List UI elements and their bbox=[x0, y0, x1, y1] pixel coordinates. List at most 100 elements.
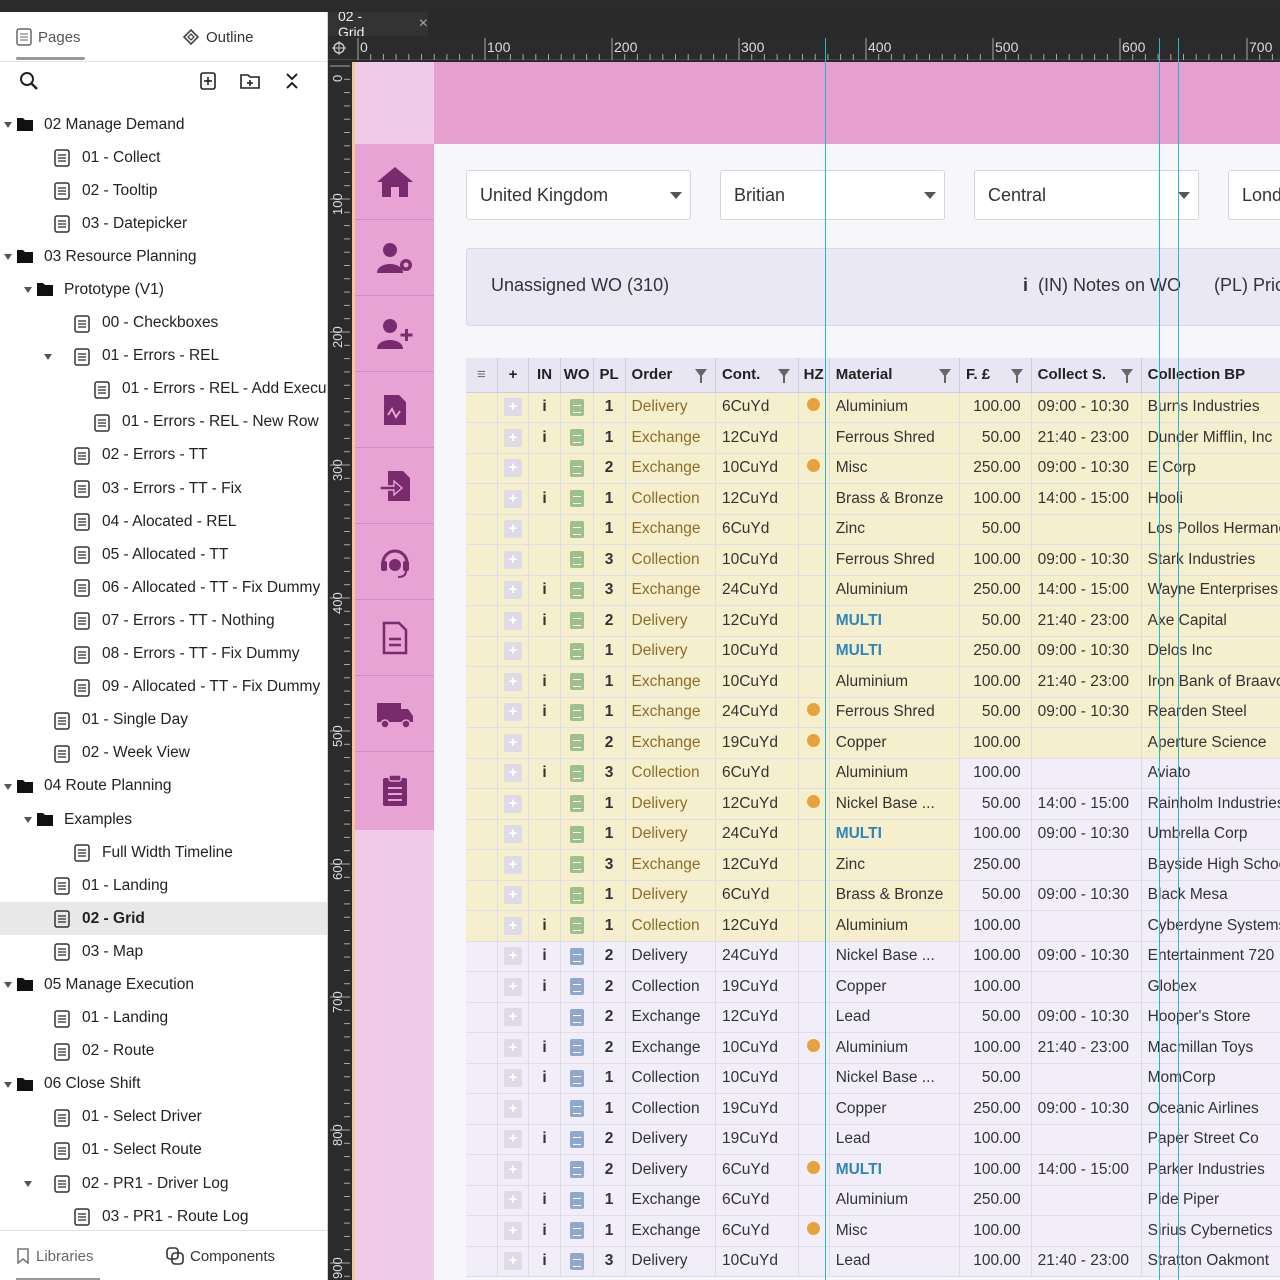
add-cell[interactable]: + bbox=[497, 1124, 530, 1155]
add-page-icon[interactable] bbox=[197, 70, 219, 92]
notes-cell[interactable]: i bbox=[528, 971, 561, 1003]
document-icon[interactable] bbox=[569, 886, 584, 904]
document-icon[interactable] bbox=[569, 642, 584, 660]
tree-page[interactable]: 01 - Errors - REL - New Row bbox=[0, 406, 327, 439]
add-cell[interactable]: + bbox=[497, 453, 530, 484]
add-cell[interactable]: + bbox=[497, 727, 530, 759]
add-cell[interactable]: + bbox=[497, 1154, 530, 1186]
wo-cell[interactable] bbox=[560, 1185, 594, 1216]
plus-icon[interactable]: + bbox=[504, 703, 523, 722]
notes-cell[interactable]: i bbox=[528, 575, 561, 606]
info-icon[interactable]: i bbox=[542, 398, 546, 415]
tree-page[interactable]: 03 - Map bbox=[0, 935, 327, 968]
info-icon[interactable]: i bbox=[542, 978, 546, 995]
plus-icon[interactable]: + bbox=[504, 886, 523, 905]
caret-down-icon[interactable] bbox=[24, 816, 32, 823]
area-select[interactable]: Central bbox=[974, 170, 1199, 220]
tree-page[interactable]: 07 - Errors - TT - Nothing bbox=[0, 604, 327, 637]
plus-icon[interactable]: + bbox=[504, 1069, 523, 1088]
notes-cell[interactable] bbox=[528, 819, 561, 850]
plus-icon[interactable]: + bbox=[504, 1160, 523, 1179]
horizontal-ruler[interactable]: 0 100 200 300 400 500 600 700 bbox=[328, 36, 1280, 60]
table-row[interactable]: + i 1 Delivery 6CuYd Aluminium 100.00 09:00 - 1… bbox=[466, 392, 1280, 423]
tree-page[interactable]: 01 - Collect bbox=[0, 141, 327, 174]
grid-column-header[interactable]: Order bbox=[625, 358, 716, 393]
wo-cell[interactable] bbox=[560, 788, 594, 820]
tree-page[interactable]: 02 - Grid bbox=[0, 902, 327, 936]
add-cell[interactable]: + bbox=[497, 788, 530, 820]
tree-page[interactable]: 01 - Errors - REL bbox=[0, 340, 327, 373]
document-icon[interactable] bbox=[569, 947, 584, 965]
document-icon[interactable] bbox=[569, 1252, 584, 1270]
document-icon[interactable] bbox=[569, 764, 584, 782]
plus-icon[interactable]: + bbox=[504, 764, 523, 783]
wo-cell[interactable] bbox=[560, 758, 594, 789]
plus-icon[interactable]: + bbox=[504, 1221, 523, 1240]
wo-cell[interactable] bbox=[560, 971, 594, 1003]
table-row[interactable]: + i 1 Collection 12CuYd Brass & Bronze 100.00 1… bbox=[466, 483, 1280, 515]
tree-page[interactable]: 01 - Errors - REL - Add Executi bbox=[0, 373, 327, 406]
add-cell[interactable]: + bbox=[497, 392, 530, 423]
notes-cell[interactable]: i bbox=[528, 1063, 561, 1094]
add-cell[interactable]: + bbox=[497, 1215, 530, 1247]
wo-cell[interactable] bbox=[560, 849, 594, 881]
table-row[interactable]: +2 Delivery 6CuYd MULTI 100.00 14:00 - 15:00 P… bbox=[466, 1154, 1280, 1186]
wo-cell[interactable] bbox=[560, 1124, 594, 1155]
wo-cell[interactable] bbox=[560, 1002, 594, 1033]
material-value[interactable]: MULTI bbox=[836, 642, 882, 659]
plus-icon[interactable]: + bbox=[504, 1191, 523, 1210]
caret-down-icon[interactable] bbox=[4, 1081, 12, 1088]
plus-icon[interactable]: + bbox=[504, 581, 523, 600]
info-icon[interactable]: i bbox=[542, 917, 546, 934]
plus-icon[interactable]: + bbox=[504, 672, 523, 691]
tree-page[interactable]: 03 - PR1 - Route Log bbox=[0, 1200, 327, 1233]
wo-cell[interactable] bbox=[560, 727, 594, 759]
notes-cell[interactable]: i bbox=[528, 758, 561, 789]
notes-cell[interactable] bbox=[528, 514, 561, 545]
notes-cell[interactable] bbox=[528, 1002, 561, 1033]
add-cell[interactable]: + bbox=[497, 1002, 530, 1033]
filter-icon[interactable] bbox=[938, 369, 951, 383]
tree-page[interactable]: 02 - Week View bbox=[0, 737, 327, 770]
nav-home-button[interactable] bbox=[355, 144, 434, 220]
notes-cell[interactable]: i bbox=[528, 666, 561, 698]
document-icon[interactable] bbox=[569, 856, 584, 874]
document-icon[interactable] bbox=[569, 398, 584, 416]
caret-down-icon[interactable] bbox=[24, 1181, 32, 1187]
filter-icon[interactable] bbox=[694, 369, 707, 383]
plus-icon[interactable]: + bbox=[504, 1038, 523, 1057]
notes-cell[interactable] bbox=[528, 727, 561, 759]
add-folder-icon[interactable] bbox=[239, 70, 261, 92]
add-cell[interactable]: + bbox=[497, 666, 530, 698]
tree-page[interactable]: Full Width Timeline bbox=[0, 836, 327, 869]
wo-cell[interactable] bbox=[560, 392, 594, 423]
tree-page[interactable]: 03 - Datepicker bbox=[0, 207, 327, 240]
tree-page[interactable]: 04 - Alocated - REL bbox=[0, 505, 327, 538]
table-row[interactable]: + i 2 Exchange 10CuYd Aluminium 100.00 21:40 - … bbox=[466, 1032, 1280, 1064]
document-icon[interactable] bbox=[569, 1161, 584, 1179]
table-row[interactable]: + i 3 Delivery 10CuYd Lead 100.00 21:40 - 23:00… bbox=[466, 1246, 1280, 1277]
notes-cell[interactable]: i bbox=[528, 392, 561, 423]
grid-column-header[interactable]: Material bbox=[829, 358, 960, 393]
info-icon[interactable]: i bbox=[542, 1069, 546, 1086]
grid-column-header[interactable]: PL bbox=[593, 358, 626, 393]
wo-cell[interactable] bbox=[560, 636, 594, 667]
table-row[interactable]: + i 2 Collection 19CuYd Copper 100.00 Globex bbox=[466, 971, 1280, 1003]
tree-page[interactable]: 01 - Landing bbox=[0, 1002, 327, 1035]
nav-user-settings-button[interactable] bbox=[355, 220, 434, 296]
wo-cell[interactable] bbox=[560, 880, 594, 911]
table-row[interactable]: +1 Delivery 12CuYd Nickel Base ... 50.00 14:0… bbox=[466, 788, 1280, 820]
table-row[interactable]: + i 3 Exchange 24CuYd Aluminium 250.00 14:00 - … bbox=[466, 575, 1280, 606]
tree-page[interactable]: 00 - Checkboxes bbox=[0, 307, 327, 340]
tree-page[interactable]: 02 - Errors - TT bbox=[0, 439, 327, 472]
table-row[interactable]: +2 Exchange 19CuYd Copper 100.00 Aperture Sci… bbox=[466, 727, 1280, 759]
table-row[interactable]: +2 Exchange 12CuYd Lead 50.00 09:00 - 10:30 Ho… bbox=[466, 1002, 1280, 1033]
document-icon[interactable] bbox=[569, 1069, 584, 1087]
notes-cell[interactable] bbox=[528, 1093, 561, 1125]
tree-page[interactable]: 01 - Single Day bbox=[0, 704, 327, 737]
tree-page[interactable]: 02 - Route bbox=[0, 1035, 327, 1068]
wo-cell[interactable] bbox=[560, 666, 594, 698]
grid-column-header[interactable]: + bbox=[497, 358, 530, 393]
filter-icon[interactable] bbox=[1010, 369, 1023, 383]
plus-icon[interactable]: + bbox=[504, 916, 523, 935]
